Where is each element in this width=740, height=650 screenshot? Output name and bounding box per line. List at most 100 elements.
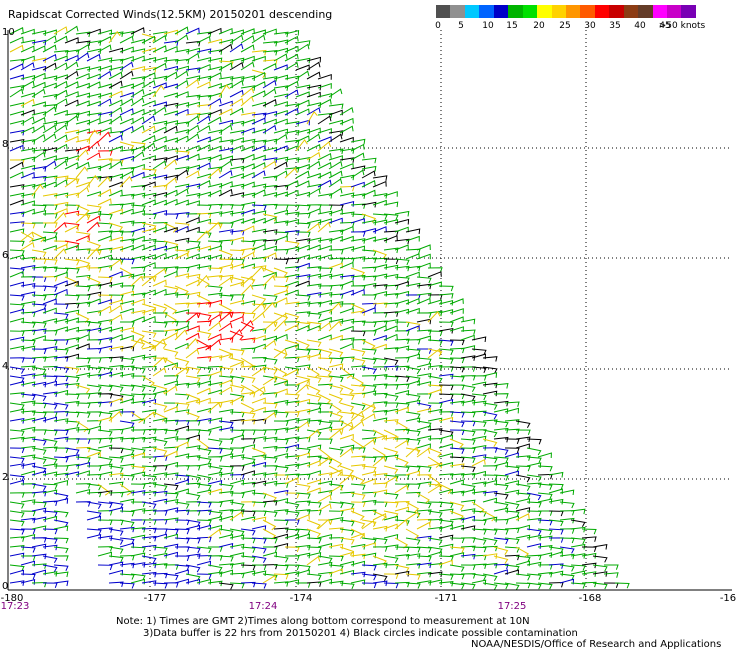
- wind-barb: [350, 348, 366, 357]
- wind-barb: [262, 574, 277, 584]
- wind-barb: [9, 474, 25, 482]
- wind-barb: [482, 356, 498, 362]
- wind-barb: [251, 294, 267, 304]
- wind-barb: [339, 474, 354, 485]
- wind-barb: [218, 533, 234, 540]
- wind-barb: [86, 152, 101, 161]
- wind-barb: [120, 321, 135, 327]
- wind-barb: [119, 155, 135, 162]
- wind-barb: [185, 332, 200, 341]
- wind-barb: [130, 411, 144, 424]
- wind-barb: [9, 281, 25, 288]
- wind-barb: [350, 330, 366, 337]
- wind-barb: [251, 256, 267, 263]
- wind-barb: [196, 81, 211, 89]
- wind-barb: [273, 519, 289, 526]
- wind-barb: [295, 348, 311, 355]
- wind-barb: [240, 444, 256, 450]
- wind-barb: [240, 402, 255, 414]
- wind-barb: [306, 519, 321, 530]
- wind-barb: [504, 515, 520, 522]
- wind-barb: [328, 103, 344, 110]
- wind-barb: [328, 510, 344, 517]
- wind-barb: [262, 411, 277, 422]
- wind-barb: [141, 72, 156, 80]
- wind-barb: [394, 484, 409, 494]
- wind-barb: [130, 141, 146, 149]
- wind-barb: [119, 220, 135, 227]
- wind-barb: [9, 36, 24, 44]
- wind-barb: [449, 316, 464, 323]
- wind-barb: [64, 294, 80, 301]
- wind-barb: [20, 560, 36, 567]
- wind-barb: [218, 543, 234, 549]
- wind-barb: [9, 110, 25, 117]
- time-label-1723: 17:23: [0, 601, 30, 612]
- wind-barb: [53, 207, 68, 215]
- wind-barb: [207, 292, 223, 299]
- wind-barb: [218, 43, 233, 53]
- wind-barb: [350, 365, 366, 371]
- wind-barb: [53, 525, 69, 532]
- wind-barb: [185, 263, 201, 270]
- wind-barb: [416, 521, 431, 530]
- wind-barb: [42, 231, 58, 238]
- wind-barb: [427, 271, 442, 278]
- wind-barb: [218, 160, 233, 170]
- wind-barb: [196, 63, 211, 71]
- wind-barb: [383, 247, 399, 254]
- wind-barb: [119, 35, 134, 44]
- wind-barb: [141, 134, 156, 143]
- wind-barb: [108, 106, 123, 116]
- wind-barb: [9, 436, 25, 443]
- wind-barb: [9, 519, 25, 527]
- wind-barb: [174, 34, 189, 44]
- wind-barb: [295, 70, 310, 80]
- wind-barb: [9, 447, 25, 454]
- wind-barb: [207, 480, 223, 486]
- wind-barb: [75, 489, 91, 495]
- wind-barb: [130, 27, 145, 35]
- wind-barb: [9, 63, 24, 71]
- wind-barb: [251, 49, 267, 56]
- wind-barb: [526, 543, 542, 549]
- wind-barb: [284, 393, 300, 400]
- wind-barb: [97, 564, 113, 571]
- lat-label-0: 0: [2, 581, 9, 592]
- wind-barb: [86, 298, 101, 305]
- wind-barb: [9, 249, 25, 256]
- wind-barb: [75, 149, 89, 161]
- wind-barb: [251, 525, 267, 531]
- wind-barb: [273, 543, 289, 549]
- wind-barb: [339, 280, 354, 287]
- wind-barb: [493, 436, 509, 443]
- wind-barb: [229, 89, 244, 98]
- wind-barb: [86, 221, 100, 233]
- wind-barb: [251, 397, 266, 404]
- wind-barb: [108, 134, 123, 143]
- wind-barb: [482, 372, 498, 378]
- wind-barb: [9, 294, 25, 301]
- wind-barb: [152, 268, 167, 278]
- wind-barb: [53, 280, 68, 287]
- wind-barb: [361, 339, 376, 350]
- wind-barb: [350, 169, 365, 179]
- wind-barb: [75, 204, 90, 215]
- wind-barb: [251, 101, 267, 108]
- wind-barb: [75, 166, 88, 179]
- wind-barb: [362, 294, 377, 300]
- wind-barb: [185, 348, 200, 359]
- wind-barbs-layer: [9, 25, 630, 591]
- wind-barb: [9, 545, 25, 551]
- wind-barb: [317, 518, 331, 530]
- wind-barb: [240, 461, 256, 468]
- wind-barb: [141, 375, 155, 387]
- wind-barb: [207, 438, 223, 446]
- wind-barb: [207, 240, 223, 247]
- lon-label-174: -174: [289, 593, 313, 604]
- wind-barb: [449, 564, 465, 572]
- wind-barb: [394, 210, 410, 217]
- wind-barb: [273, 258, 289, 265]
- wind-barb: [141, 199, 156, 206]
- wind-barb: [163, 71, 178, 80]
